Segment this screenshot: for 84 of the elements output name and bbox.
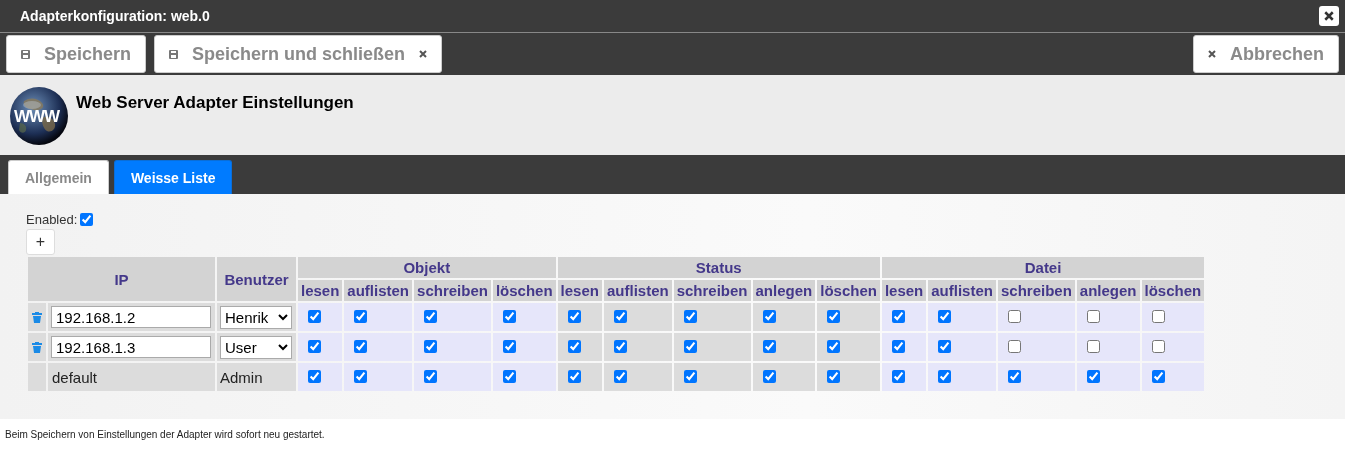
close-icon <box>1207 50 1216 58</box>
column-header: löschen <box>1141 280 1205 301</box>
permission-checkbox[interactable] <box>567 369 581 383</box>
enabled-checkbox[interactable] <box>80 213 94 226</box>
permission-checkbox[interactable] <box>424 369 438 383</box>
permission-checkbox[interactable] <box>1151 339 1165 353</box>
permission-checkbox[interactable] <box>1007 369 1021 383</box>
permission-checkbox[interactable] <box>891 339 905 353</box>
permission-checkbox[interactable] <box>683 309 697 323</box>
column-header: schreiben <box>673 280 751 301</box>
permission-checkbox[interactable] <box>683 339 697 353</box>
column-header: IP <box>28 257 215 301</box>
permission-checkbox[interactable] <box>567 339 581 353</box>
permission-checkbox[interactable] <box>1007 339 1021 353</box>
permission-checkbox[interactable] <box>502 339 516 353</box>
permission-checkbox[interactable] <box>1151 309 1165 323</box>
column-header: Benutzer <box>217 257 296 301</box>
trash-icon[interactable] <box>32 311 42 323</box>
permission-checkbox[interactable] <box>567 309 581 323</box>
column-header: schreiben <box>414 280 491 301</box>
add-button[interactable]: + <box>26 229 55 255</box>
column-header: lesen <box>298 280 343 301</box>
permission-checkbox[interactable] <box>613 369 627 383</box>
permission-checkbox[interactable] <box>827 369 841 383</box>
group-header: Status <box>557 257 880 278</box>
column-header: lesen <box>881 280 927 301</box>
group-header: Datei <box>881 257 1205 278</box>
column-header: auflisten <box>603 280 672 301</box>
logo-text: WWW <box>14 107 60 127</box>
column-header: auflisten <box>928 280 996 301</box>
ip-field[interactable]: 192.168.1.2 <box>51 306 211 328</box>
permission-checkbox[interactable] <box>1007 309 1021 323</box>
permission-checkbox[interactable] <box>308 339 321 353</box>
user-select[interactable]: Henrik <box>220 305 292 329</box>
permission-checkbox[interactable] <box>354 309 368 323</box>
permission-checkbox[interactable] <box>891 309 905 323</box>
trash-icon[interactable] <box>32 341 42 353</box>
window-title: Adapterkonfiguration: web.0 <box>20 8 210 24</box>
permission-checkbox[interactable] <box>891 369 905 383</box>
enabled-label: Enabled: <box>26 212 78 227</box>
permission-checkbox[interactable] <box>683 369 697 383</box>
permission-checkbox[interactable] <box>613 309 627 323</box>
permission-checkbox[interactable] <box>502 369 516 383</box>
permission-checkbox[interactable] <box>762 339 776 353</box>
column-header: löschen <box>492 280 556 301</box>
permission-checkbox[interactable] <box>1151 369 1165 383</box>
page-title: Web Server Adapter Einstellungen <box>76 93 354 113</box>
ip-field[interactable]: 192.168.1.3 <box>51 336 211 358</box>
permission-checkbox[interactable] <box>827 339 841 353</box>
permission-checkbox[interactable] <box>1086 369 1100 383</box>
permission-checkbox[interactable] <box>424 309 438 323</box>
permission-checkbox[interactable] <box>354 369 368 383</box>
permission-checkbox[interactable] <box>938 369 952 383</box>
footer-note: Beim Speichern von Einstellungen der Adapter wird sofort neu gestartet. <box>5 429 325 440</box>
permission-checkbox[interactable] <box>613 339 627 353</box>
permission-checkbox[interactable] <box>827 309 841 323</box>
tab[interactable]: Weisse Liste <box>113 160 233 194</box>
permission-checkbox[interactable] <box>938 339 952 353</box>
column-header: anlegen <box>1076 280 1140 301</box>
permission-checkbox[interactable] <box>308 309 321 323</box>
close-icon <box>1324 11 1334 21</box>
close-button[interactable] <box>1319 6 1339 26</box>
permission-checkbox[interactable] <box>938 309 952 323</box>
tab[interactable]: Allgemein <box>8 160 109 194</box>
column-header: schreiben <box>997 280 1075 301</box>
permission-checkbox[interactable] <box>354 339 368 353</box>
user-select[interactable]: User <box>220 335 292 359</box>
table-cell: Admin <box>217 363 296 391</box>
close-icon <box>419 50 428 58</box>
permission-checkbox[interactable] <box>762 309 776 323</box>
column-header: lesen <box>557 280 602 301</box>
save-icon <box>169 49 179 59</box>
permission-checkbox[interactable] <box>762 369 776 383</box>
permission-checkbox[interactable] <box>502 309 516 323</box>
group-header: Objekt <box>298 257 556 278</box>
permission-checkbox[interactable] <box>1086 339 1100 353</box>
column-header: auflisten <box>344 280 413 301</box>
column-header: anlegen <box>752 280 816 301</box>
table-cell: default <box>48 363 215 391</box>
permission-checkbox[interactable] <box>308 369 321 383</box>
permission-checkbox[interactable] <box>424 339 438 353</box>
save-icon <box>21 49 30 59</box>
column-header: löschen <box>817 280 880 301</box>
permission-checkbox[interactable] <box>1086 309 1100 323</box>
